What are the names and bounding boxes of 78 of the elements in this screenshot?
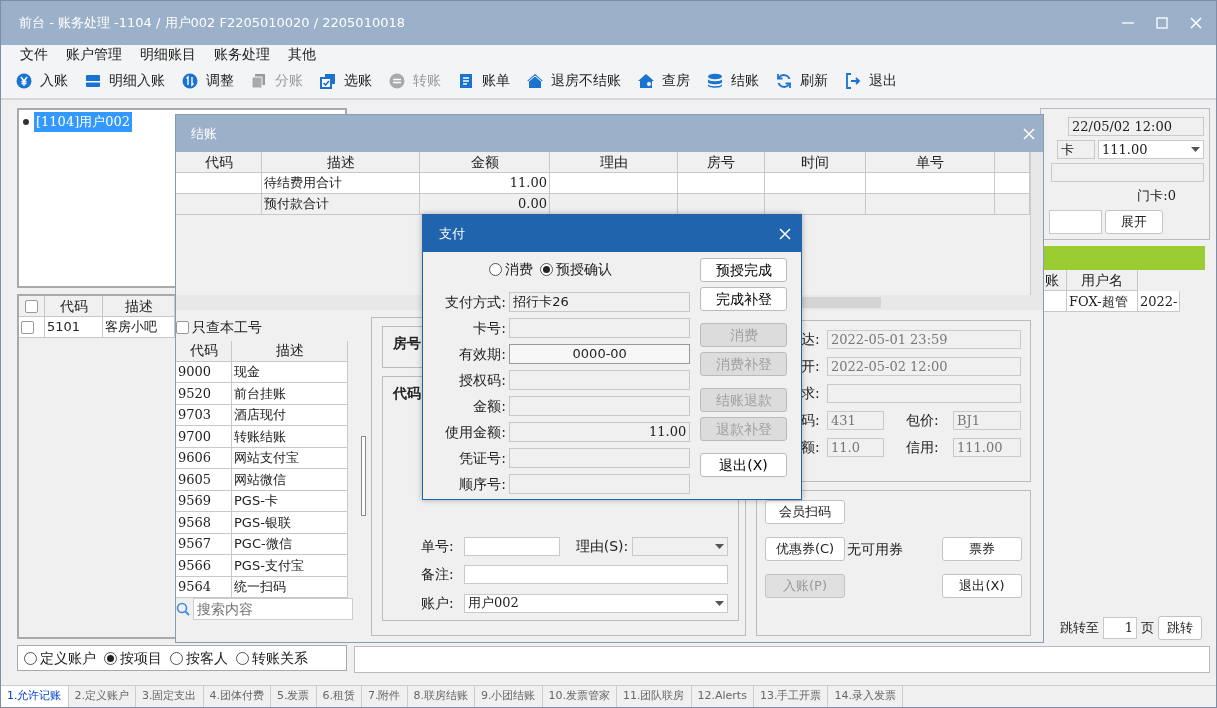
column-header: 用户名 — [1067, 270, 1138, 292]
window-title: 前台 - 账务处理 -1104 / 用户002 F2205010020 / 2205010018 — [19, 14, 406, 33]
field: 卡 — [1056, 140, 1095, 159]
table-cell: PGS-卡 — [232, 490, 348, 513]
table-cell: 网站微信 — [232, 469, 348, 491]
field-label: 有效期: — [458, 344, 506, 364]
table-cell: 前台挂账 — [232, 383, 348, 405]
page-unit-label: 页 — [1141, 619, 1154, 638]
field: 431 — [827, 411, 884, 430]
table-cell: 9567 — [176, 533, 232, 556]
field-label: 包价: — [906, 411, 940, 430]
column-header: 描述 — [262, 152, 420, 173]
column-header: 代码 — [45, 296, 103, 317]
table-cell: 转账结账 — [232, 426, 348, 448]
table-cell: 客房小吧 — [103, 317, 175, 338]
table-cell: 9520 — [176, 383, 232, 405]
field-label: 码: — [801, 411, 821, 430]
field-label: 顺序号: — [458, 474, 506, 494]
table-cell: 9569 — [176, 490, 232, 513]
field-label: 支付方式: — [444, 292, 506, 312]
field-label: 开: — [801, 357, 821, 376]
column-header: 金额 — [420, 152, 550, 173]
dialog-title: 支付 — [439, 224, 465, 243]
table-cell: 9605 — [176, 469, 232, 491]
field-label: 求: — [801, 384, 821, 403]
column-header: 单号 — [866, 152, 995, 173]
field-label: 额: — [801, 438, 821, 457]
table-cell: 9606 — [176, 447, 232, 470]
table-cell: 9564 — [176, 576, 232, 599]
table-cell: 9000 — [176, 361, 232, 384]
column-header: 时间 — [765, 152, 866, 173]
date-field: 22/05/02 12:00 — [1068, 117, 1204, 136]
table-cell: PGS-银联 — [232, 512, 348, 534]
field: 111.00 — [953, 438, 1021, 457]
column-header: 描述 — [103, 296, 175, 317]
column-header: 代码 — [176, 340, 232, 362]
table-cell: FOX-超管 — [1067, 291, 1138, 313]
table-cell: 酒店现付 — [232, 404, 348, 427]
section-label: 房号 — [393, 335, 421, 351]
field-label: 授权码: — [458, 370, 506, 390]
table-cell: 11.00 — [420, 173, 550, 194]
column-header: 理由 — [550, 152, 678, 173]
door-card-label: 门卡:0 — [1137, 187, 1176, 205]
field-label: 凭证号: — [458, 448, 506, 468]
field: BJ1 — [953, 411, 1021, 430]
field: 2022-05-01 23:59 — [827, 330, 1021, 349]
dialog-title: 结账 — [191, 124, 217, 143]
table-cell: 现金 — [232, 361, 348, 384]
section-label: 代码 — [393, 384, 421, 403]
field-label: 使用金额: — [444, 422, 506, 442]
table-cell: 9566 — [176, 555, 232, 577]
field-label: 单号: — [421, 536, 455, 556]
table-cell: 统一扫码 — [232, 576, 348, 599]
field-label: 金额: — [472, 396, 506, 416]
column-header: 代码 — [176, 152, 262, 173]
column-header: 描述 — [232, 340, 348, 362]
field: 11.0 — [827, 438, 884, 457]
table-cell: 9703 — [176, 404, 232, 427]
table-cell: 预付款合计 — [262, 194, 420, 215]
jump-label: 跳转至 — [1060, 619, 1099, 638]
table-cell: 2022- — [1138, 291, 1180, 313]
field-label: 达: — [801, 330, 821, 349]
table-cell: 网站支付宝 — [232, 447, 348, 470]
column-header: 房号 — [678, 152, 765, 173]
field: 2022-05-02 12:00 — [827, 357, 1021, 376]
table-cell: 待结费用合计 — [262, 173, 420, 194]
table-cell: PGS-支付宝 — [232, 555, 348, 577]
field-label: 理由(S): — [575, 536, 629, 556]
field-label: 信用: — [906, 438, 940, 457]
table-cell: 9700 — [176, 426, 232, 448]
table-cell: 5101 — [45, 317, 103, 338]
field-label: 卡号: — [472, 318, 506, 338]
coupon-note: 无可用券 — [847, 539, 903, 559]
table-cell: PGC-微信 — [232, 533, 348, 556]
table-cell: 9568 — [176, 512, 232, 534]
field-label: 备注: — [421, 565, 455, 584]
table-cell: 0.00 — [420, 194, 550, 215]
field-label: 账户: — [421, 593, 455, 613]
